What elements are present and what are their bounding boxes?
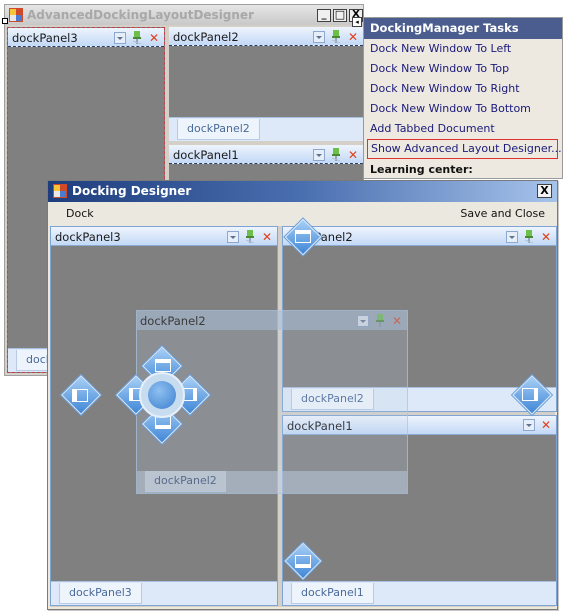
selection-handle[interactable] (2, 18, 8, 24)
panel-header[interactable]: dockPanel3 ✕ (51, 227, 277, 246)
pin-icon[interactable] (131, 31, 143, 44)
task-dock-left[interactable]: Dock New Window To Left (364, 39, 562, 59)
minimize-button[interactable]: _ (317, 9, 331, 22)
maximize-button[interactable]: □ (333, 9, 347, 22)
dropdown-icon[interactable] (506, 230, 518, 243)
close-icon[interactable]: ✕ (347, 149, 359, 161)
dragging-panel-tab: dockPanel2 (145, 471, 226, 492)
learning-center-heading: Learning center: (370, 163, 473, 176)
pin-icon (376, 314, 384, 327)
pin-icon[interactable] (330, 148, 342, 161)
close-icon: ✕ (391, 313, 403, 328)
dock-tabbed-icon (148, 381, 176, 409)
tab[interactable]: dockPanel3 (59, 583, 142, 604)
tab[interactable]: dockPanel2 (177, 119, 260, 140)
dropdown-icon[interactable] (523, 419, 535, 431)
panel-header[interactable]: dockPanel3 ✕ (8, 28, 164, 47)
dialog-body: dockPanel3 ✕ dockPanel3 dockPanel2 ✕ (50, 218, 557, 607)
bg-panel-dockpanel2[interactable]: dockPanel2 ✕ dockPanel2 (169, 27, 363, 141)
tabstrip: dockPanel1 (283, 581, 556, 605)
dragging-panel-header[interactable]: dockPanel2 ✕ (137, 311, 407, 330)
dock-guide-center[interactable] (139, 372, 185, 418)
panel-title: dockPanel1 (173, 148, 239, 162)
pin-icon[interactable] (330, 30, 342, 43)
pin-icon[interactable] (523, 230, 535, 243)
dock-top-icon (155, 359, 171, 372)
app-icon (9, 8, 23, 22)
app-icon (53, 184, 67, 198)
dock-right-icon (522, 388, 538, 401)
background-window-title: AdvancedDockingLayoutDesigner (27, 8, 254, 22)
task-add-tabbed-document[interactable]: Add Tabbed Document (364, 119, 562, 139)
dock-bottom-icon (295, 555, 311, 568)
panel-header[interactable]: dockPanel2 ✕ (283, 227, 556, 246)
close-icon[interactable]: ✕ (148, 32, 160, 44)
dialog-titlebar[interactable]: Docking Designer X (48, 181, 557, 202)
task-show-advanced-layout-designer[interactable]: Show Advanced Layout Designer... (367, 139, 562, 159)
panel-title: dockPanel2 (173, 30, 239, 44)
dropdown-icon[interactable] (313, 30, 325, 43)
task-dock-bottom[interactable]: Dock New Window To Bottom (364, 99, 562, 119)
menu-save-and-close[interactable]: Save and Close (460, 207, 545, 220)
panel-header[interactable]: dockPanel1 ✕ (169, 145, 363, 164)
close-icon[interactable]: ✕ (540, 419, 552, 431)
task-dock-right[interactable]: Dock New Window To Right (364, 79, 562, 99)
dock-top-icon (295, 230, 311, 243)
tab[interactable]: dockPanel1 (291, 583, 374, 604)
close-icon[interactable]: ✕ (261, 231, 273, 243)
close-icon[interactable]: ✕ (347, 31, 359, 43)
menu-dock[interactable]: Dock (66, 207, 94, 220)
dropdown-icon[interactable] (227, 230, 239, 243)
panel-header[interactable]: dockPanel2 ✕ (169, 27, 363, 46)
dragging-panel-title: dockPanel2 (140, 314, 206, 328)
close-icon[interactable]: ✕ (540, 231, 552, 243)
dropdown-icon[interactable] (114, 31, 126, 44)
task-dock-top[interactable]: Dock New Window To Top (364, 59, 562, 79)
pin-icon[interactable] (244, 230, 256, 243)
docking-designer-dialog: Docking Designer X Dock Save and Close d… (47, 180, 558, 610)
panel-title: dockPanel3 (12, 31, 78, 45)
dialog-close-button[interactable]: X (537, 184, 552, 198)
panel-title: dockPanel3 (55, 230, 121, 244)
background-window-titlebar: AdvancedDockingLayoutDesigner _ □ X (5, 5, 363, 25)
tabstrip: dockPanel2 (169, 117, 363, 141)
tabstrip: dockPanel3 (51, 581, 277, 605)
dragging-panel-tabstrip: dockPanel2 (137, 471, 407, 493)
dock-left-icon (72, 389, 88, 402)
tasks-header: DockingManager Tasks (364, 18, 562, 39)
dropdown-icon[interactable] (313, 148, 325, 161)
dialog-title: Docking Designer (72, 184, 192, 198)
smart-tag-glyph[interactable]: ◂ (352, 17, 362, 27)
docking-manager-tasks-panel: DockingManager Tasks Dock New Window To … (363, 17, 563, 179)
dropdown-icon (357, 314, 369, 327)
